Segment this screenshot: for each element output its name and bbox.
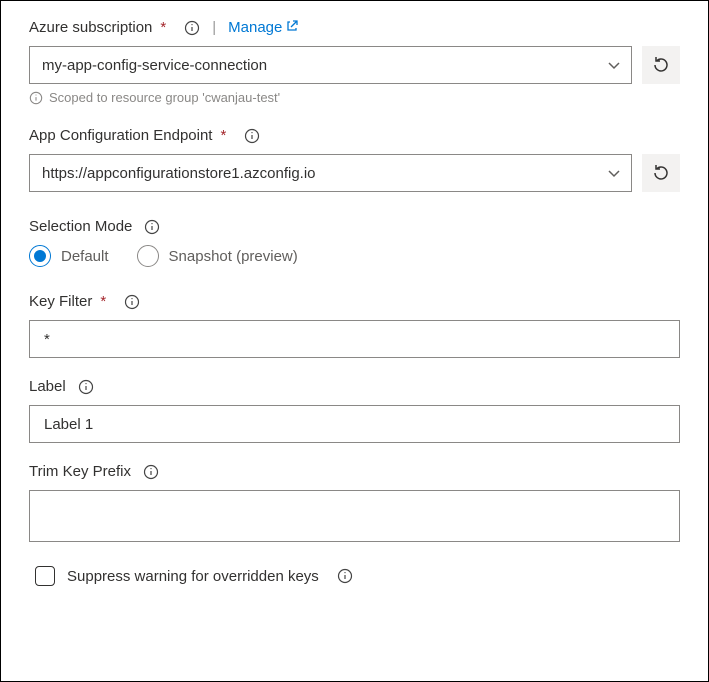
trim-prefix-block: Trim Key Prefix <box>29 463 680 542</box>
scope-note: Scoped to resource group 'cwanjau-test' <box>29 90 680 105</box>
radio-snapshot-label: Snapshot (preview) <box>169 248 298 265</box>
subscription-label-row: Azure subscription * | Manage <box>29 19 680 36</box>
radio-circle-selected <box>29 245 51 267</box>
refresh-button[interactable] <box>642 154 680 192</box>
subscription-row: my-app-config-service-connection <box>29 46 680 84</box>
suppress-checkbox[interactable] <box>35 566 55 586</box>
endpoint-row: https://appconfigurationstore1.azconfig.… <box>29 154 680 192</box>
endpoint-label: App Configuration Endpoint <box>29 127 212 144</box>
radio-dot <box>34 250 46 262</box>
selection-mode-radios: Default Snapshot (preview) <box>29 245 680 267</box>
radio-default[interactable]: Default <box>29 245 109 267</box>
suppress-row: Suppress warning for overridden keys <box>29 566 680 586</box>
label-input-wrap <box>29 405 680 443</box>
key-filter-input-wrap <box>29 320 680 358</box>
info-icon[interactable] <box>143 464 159 480</box>
key-filter-block: Key Filter * <box>29 293 680 358</box>
key-filter-label-row: Key Filter * <box>29 293 680 310</box>
trim-prefix-label: Trim Key Prefix <box>29 463 131 480</box>
radio-default-label: Default <box>61 248 109 265</box>
key-filter-label: Key Filter <box>29 293 92 310</box>
info-icon[interactable] <box>244 128 260 144</box>
endpoint-value: https://appconfigurationstore1.azconfig.… <box>42 165 316 182</box>
trim-prefix-label-row: Trim Key Prefix <box>29 463 680 480</box>
info-icon[interactable] <box>78 379 94 395</box>
selection-mode-label: Selection Mode <box>29 218 132 235</box>
endpoint-select[interactable]: https://appconfigurationstore1.azconfig.… <box>29 154 632 192</box>
selection-mode-label-row: Selection Mode <box>29 218 680 235</box>
divider: | <box>212 19 216 36</box>
manage-link-text: Manage <box>228 19 282 36</box>
info-icon[interactable] <box>184 20 200 36</box>
info-icon <box>29 91 43 105</box>
trim-prefix-input[interactable] <box>42 499 667 541</box>
subscription-select[interactable]: my-app-config-service-connection <box>29 46 632 84</box>
required-asterisk: * <box>160 19 166 36</box>
chevron-down-icon <box>607 166 621 180</box>
manage-link[interactable]: Manage <box>228 19 298 36</box>
scope-note-text: Scoped to resource group 'cwanjau-test' <box>49 90 280 105</box>
subscription-label: Azure subscription <box>29 19 152 36</box>
radio-snapshot[interactable]: Snapshot (preview) <box>137 245 298 267</box>
chevron-down-icon <box>607 58 621 72</box>
subscription-value: my-app-config-service-connection <box>42 57 267 74</box>
info-icon[interactable] <box>124 294 140 310</box>
external-link-icon <box>286 19 298 36</box>
required-asterisk: * <box>220 127 226 144</box>
label-field-label: Label <box>29 378 66 395</box>
key-filter-input[interactable] <box>42 330 667 349</box>
required-asterisk: * <box>100 293 106 310</box>
label-input[interactable] <box>42 415 667 434</box>
label-field-block: Label <box>29 378 680 443</box>
suppress-label: Suppress warning for overridden keys <box>67 568 319 585</box>
trim-prefix-input-wrap <box>29 490 680 542</box>
refresh-button[interactable] <box>642 46 680 84</box>
form-panel: Azure subscription * | Manage my-app-con… <box>0 0 709 682</box>
label-field-label-row: Label <box>29 378 680 395</box>
info-icon[interactable] <box>337 568 353 584</box>
info-icon[interactable] <box>144 219 160 235</box>
endpoint-label-row: App Configuration Endpoint * <box>29 127 680 144</box>
radio-circle <box>137 245 159 267</box>
